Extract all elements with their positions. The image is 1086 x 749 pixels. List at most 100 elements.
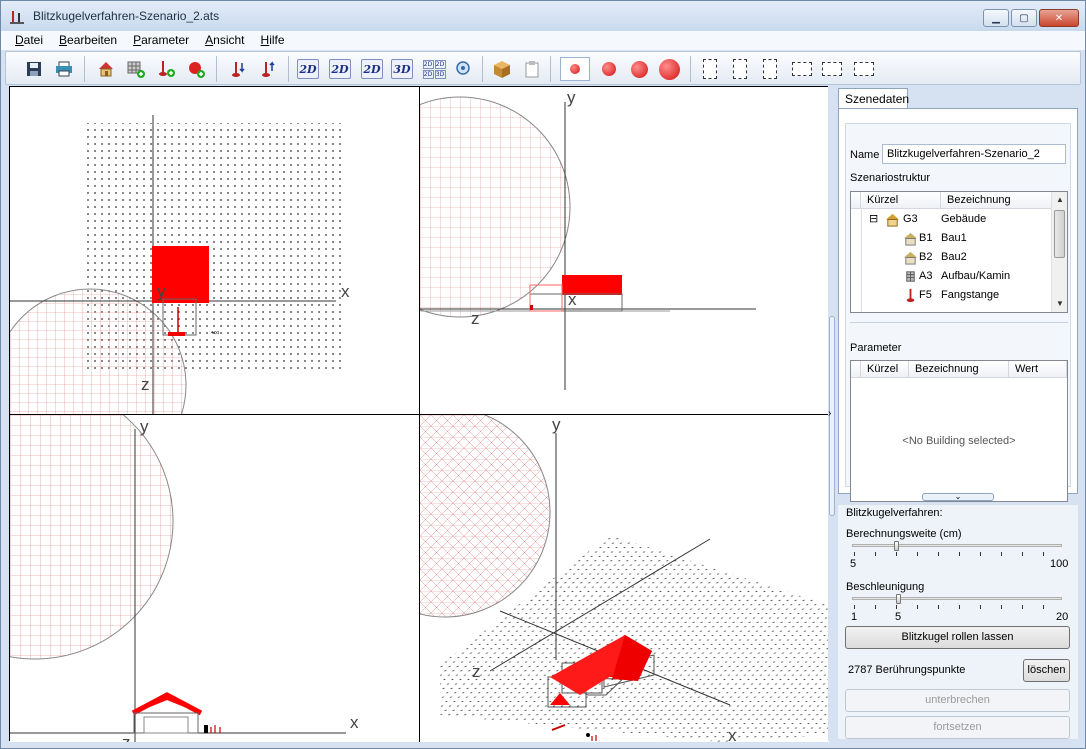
roll-sphere-button[interactable]: Blitzkugel rollen lassen bbox=[845, 626, 1070, 649]
chevron-down-icon[interactable]: ⌄ bbox=[955, 492, 962, 501]
name-label: Name bbox=[850, 149, 880, 161]
add-sphere-button[interactable] bbox=[184, 57, 208, 81]
param-header-desc[interactable]: Bezeichnung bbox=[909, 361, 1009, 378]
tree-scrollbar[interactable]: ▲ ▼ bbox=[1051, 192, 1067, 312]
title-bar: Blitzkugelverfahren-Szenario_2.ats ▁ ▢ ✕ bbox=[1, 1, 1085, 31]
accel-label: Beschleunigung bbox=[846, 581, 925, 593]
grid-add-icon bbox=[127, 61, 145, 78]
viewport-perspective[interactable]: y x z bbox=[420, 415, 829, 742]
sphere-small-icon bbox=[570, 64, 580, 74]
scroll-down-icon[interactable]: ▼ bbox=[1052, 296, 1067, 312]
app-icon bbox=[10, 11, 24, 24]
close-button[interactable]: ✕ bbox=[1039, 9, 1079, 27]
tree-row-b2[interactable]: B2 Bau2 bbox=[851, 248, 1051, 267]
tree-row-f5[interactable]: F5 Fangstange bbox=[851, 286, 1051, 305]
axis-y-label: y bbox=[567, 88, 576, 107]
view-quad-button[interactable]: 2D 2D 2D 3D bbox=[422, 57, 446, 81]
tree-row-b1[interactable]: B1 Bau1 bbox=[851, 229, 1051, 248]
view-2d-top-button[interactable]: 2D bbox=[296, 57, 320, 81]
viewport-side[interactable]: y x z bbox=[10, 415, 419, 742]
box-button[interactable] bbox=[490, 57, 514, 81]
viewport-divider-v[interactable] bbox=[419, 87, 420, 742]
rod-up-icon bbox=[262, 61, 275, 77]
menu-ansicht[interactable]: Ansicht bbox=[197, 31, 252, 50]
range-label: Berechnungsweite (cm) bbox=[846, 528, 962, 540]
building-icon bbox=[903, 251, 918, 265]
add-building-button[interactable] bbox=[94, 57, 118, 81]
tree-header-desc[interactable]: Bezeichnung bbox=[941, 192, 1053, 209]
save-button[interactable] bbox=[22, 57, 46, 81]
layout-4-button[interactable] bbox=[790, 57, 814, 81]
vertical-splitter[interactable]: ⌄ bbox=[922, 493, 994, 501]
accel-slider-knob[interactable] bbox=[896, 594, 902, 604]
scenario-tree[interactable]: Kürzel Bezeichnung ⊟ G3 Gebäude B1 Bau1 bbox=[850, 191, 1068, 313]
clipboard-button[interactable] bbox=[520, 57, 544, 81]
range-slider-knob[interactable] bbox=[894, 541, 899, 551]
range-min: 5 bbox=[850, 558, 857, 570]
menu-parameter[interactable]: Parameter bbox=[125, 31, 197, 50]
interrupt-button[interactable]: unterbrechen bbox=[845, 689, 1070, 712]
collapse-icon[interactable]: ⊟ bbox=[869, 212, 878, 225]
accel-max: 20 bbox=[1056, 611, 1069, 623]
scroll-thumb[interactable] bbox=[1054, 210, 1065, 258]
menu-hilfe[interactable]: Hilfe bbox=[253, 31, 293, 50]
sphere-size-1-button[interactable] bbox=[560, 57, 590, 81]
zoom-button[interactable] bbox=[452, 57, 476, 81]
range-max: 100 bbox=[1050, 558, 1069, 570]
maximize-button[interactable]: ▢ bbox=[1011, 9, 1037, 27]
tree-code: F5 bbox=[919, 289, 932, 301]
rod-down-button[interactable] bbox=[226, 57, 250, 81]
param-header-code[interactable]: Kürzel bbox=[861, 361, 909, 378]
view-3d-button[interactable]: 3D bbox=[390, 57, 414, 81]
tree-code: B2 bbox=[919, 251, 933, 263]
layout-1-button[interactable] bbox=[698, 57, 722, 81]
add-structure-button[interactable] bbox=[124, 57, 148, 81]
scroll-up-icon[interactable]: ▲ bbox=[1052, 192, 1067, 208]
add-rod-button[interactable] bbox=[154, 57, 178, 81]
axis-x-label: x bbox=[728, 726, 737, 742]
delete-button[interactable]: löschen bbox=[1023, 659, 1070, 682]
layout-5-button[interactable] bbox=[820, 57, 844, 81]
minimize-button[interactable]: ▁ bbox=[983, 9, 1009, 27]
menu-bearbeiten[interactable]: Bearbeiten bbox=[51, 31, 125, 50]
print-button[interactable] bbox=[52, 57, 76, 81]
tree-code: A3 bbox=[919, 270, 933, 282]
view-2d-front-button[interactable]: 2D bbox=[328, 57, 352, 81]
rod-up-button[interactable] bbox=[256, 57, 280, 81]
menu-datei[interactable]: Datei bbox=[7, 31, 51, 50]
side-panel: Szenedaten Name Blitzkugelverfahren-Szen… bbox=[836, 86, 1080, 741]
view-2d-icon: 2D bbox=[361, 59, 383, 79]
tree-row-a3[interactable]: A3 Aufbau/Kamin bbox=[851, 267, 1051, 286]
house-icon bbox=[99, 62, 113, 77]
viewport-top[interactable]: •∞ x y z bbox=[10, 87, 419, 414]
name-field[interactable]: Blitzkugelverfahren-Szenario_2 bbox=[882, 144, 1066, 164]
layout-2-button[interactable] bbox=[728, 57, 752, 81]
tree-header-code[interactable]: Kürzel bbox=[861, 192, 941, 209]
viewport-front[interactable]: y x z bbox=[420, 87, 829, 414]
sphere-medium-icon bbox=[602, 62, 616, 76]
view-2d-side-button[interactable]: 2D bbox=[360, 57, 384, 81]
param-header-value[interactable]: Wert bbox=[1009, 361, 1067, 378]
sphere-size-2-button[interactable] bbox=[594, 57, 624, 81]
tree-desc: Fangstange bbox=[941, 289, 1000, 301]
layout-3-button[interactable] bbox=[758, 57, 782, 81]
sphere-size-3-button[interactable] bbox=[624, 57, 654, 81]
accel-slider[interactable] bbox=[848, 594, 1066, 609]
house-icon bbox=[885, 213, 900, 227]
tree-code: B1 bbox=[919, 232, 933, 244]
tab-szenedaten[interactable]: Szenedaten bbox=[838, 88, 909, 109]
toolbar: 2D 2D 2D 3D 2D 2D 2D 3D bbox=[5, 51, 1081, 85]
touch-points-text: 2787 Berührungspunkte bbox=[848, 664, 966, 676]
axis-y-label: y bbox=[157, 282, 166, 301]
sphere-size-4-button[interactable] bbox=[654, 57, 684, 81]
range-slider[interactable] bbox=[848, 541, 1066, 556]
layout-6-button[interactable] bbox=[852, 57, 876, 81]
tree-row-g3[interactable]: ⊟ G3 Gebäude bbox=[851, 210, 1051, 229]
continue-button[interactable]: fortsetzen bbox=[845, 716, 1070, 739]
tree-desc: Gebäude bbox=[941, 213, 987, 225]
layout-vertical-icon bbox=[703, 59, 717, 79]
parameter-table[interactable]: Kürzel Bezeichnung Wert <No Building sel… bbox=[850, 360, 1068, 502]
box-icon bbox=[494, 61, 510, 78]
panel-splitter[interactable]: › bbox=[828, 86, 836, 741]
chevron-right-icon[interactable]: › bbox=[828, 408, 831, 419]
